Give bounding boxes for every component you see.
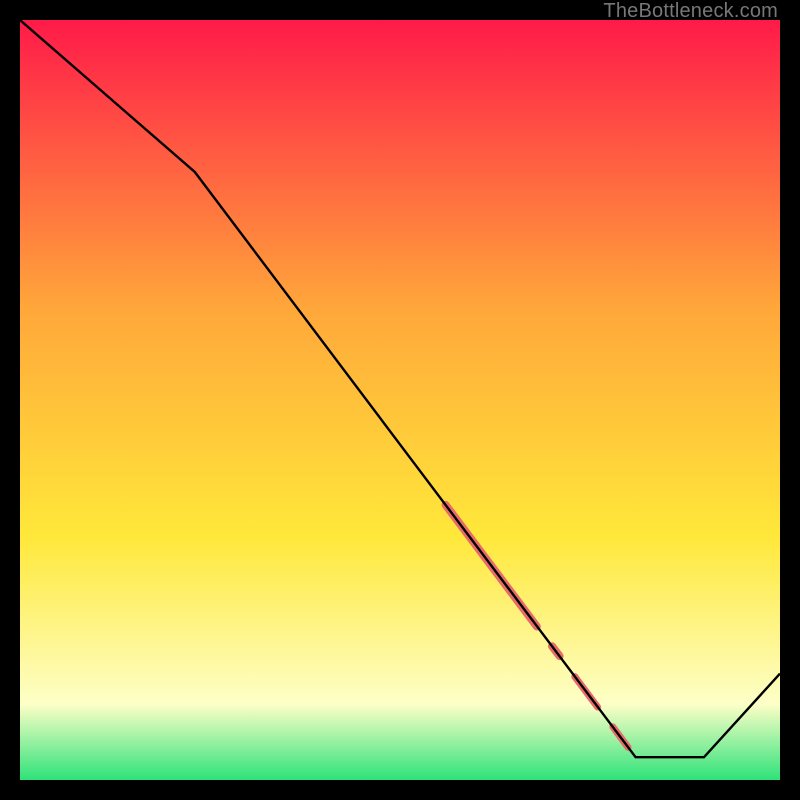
chart-svg [20, 20, 780, 780]
gradient-background [20, 20, 780, 780]
watermark-text: TheBottleneck.com [603, 0, 778, 23]
chart-frame: TheBottleneck.com [0, 0, 800, 800]
plot-area [20, 20, 780, 780]
